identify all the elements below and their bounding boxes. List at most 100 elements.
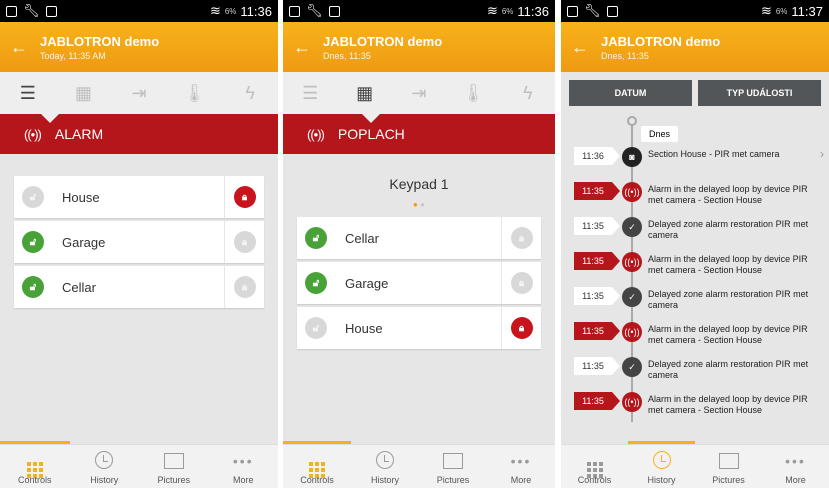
history-event[interactable]: 11:35 ✓ Delayed zone alarm restoration PIR…: [561, 287, 829, 317]
event-time: 11:35: [574, 252, 620, 270]
history-event[interactable]: 11:35 ((•)) Alarm in the delayed loop by d…: [561, 252, 829, 282]
unlock-icon[interactable]: 🔓︎: [305, 227, 327, 249]
section-toolbar: ☰ ▦ ⇥ 🌡︎ ϟ: [0, 72, 278, 114]
battery-level: 6%: [775, 6, 788, 16]
tab-more[interactable]: ••• More: [487, 445, 555, 488]
lock-icon[interactable]: 🔒︎: [510, 272, 533, 294]
pictures-icon: [443, 453, 463, 469]
status-bar: 🔧︎ ≋ 6% 11:36: [0, 0, 278, 22]
event-type-filter-button[interactable]: TYP UDÁLOSTI: [698, 80, 821, 106]
event-text: Alarm in the delayed loop by device PIR …: [648, 324, 808, 345]
history-event[interactable]: 11:35 ✓ Delayed zone alarm restoration PIR…: [561, 357, 829, 387]
app-subtitle: Dnes, 11:35: [601, 50, 649, 61]
section-row[interactable]: 🔓︎ House 🔒︎: [14, 176, 264, 218]
clock: 11:36: [240, 3, 272, 19]
tab-controls[interactable]: Controls: [561, 445, 628, 488]
alarm-banner: ((•)) ALARM: [0, 113, 278, 154]
section-label: Garage: [62, 234, 106, 250]
app-bar: ← JABLOTRON demo Dnes, 11:35: [283, 22, 555, 72]
event-time: 11:35: [574, 392, 620, 410]
lightning-icon[interactable]: ϟ: [513, 83, 543, 104]
app-title: JABLOTRON demo: [40, 33, 160, 49]
phone-screen-controls-en: 🔧︎ ≋ 6% 11:36 ← JABLOTRON demo Today, 11:3…: [0, 0, 278, 488]
tab-label: Pictures: [436, 475, 470, 485]
history-event[interactable]: 11:35 ((•)) Alarm in the delayed loop by d…: [561, 322, 829, 352]
section-row[interactable]: 🔓︎ House 🔒︎: [297, 307, 541, 349]
keypad-icon[interactable]: ▦: [350, 83, 380, 104]
check-icon: ✓: [622, 357, 642, 377]
section-row[interactable]: 🔓︎ Cellar 🔒︎: [297, 217, 541, 259]
unlock-icon[interactable]: 🔓︎: [305, 272, 327, 294]
section-toolbar: ☰ ▦ ⇥ 🌡︎ ϟ: [283, 72, 555, 114]
tab-pictures[interactable]: Pictures: [419, 445, 487, 488]
event-time: 11:35: [574, 287, 620, 305]
exit-icon[interactable]: ⇥: [124, 83, 154, 104]
section-row[interactable]: 🔓︎ Garage 🔒︎: [14, 221, 264, 263]
section-row[interactable]: 🔓︎ Cellar 🔒︎: [14, 266, 264, 308]
app-bar: ← JABLOTRON demo Today, 11:35 AM: [0, 22, 278, 72]
event-time: 11:35: [574, 357, 620, 375]
history-event[interactable]: 11:35 ((•)) Alarm in the delayed loop by d…: [561, 392, 829, 422]
wifi-icon: ≋: [760, 3, 772, 18]
lock-icon[interactable]: 🔒︎: [233, 186, 256, 208]
tab-controls[interactable]: Controls: [0, 441, 70, 488]
history-timeline: Dnes 11:36 ◙ Section House - PIR met camer…: [561, 106, 829, 422]
tab-label: Controls: [577, 475, 612, 485]
tab-label: More: [232, 475, 254, 485]
event-time: 11:35: [574, 217, 620, 235]
image-icon: [606, 5, 618, 17]
history-event[interactable]: 11:36 ◙ Section House - PIR met camera ›: [561, 147, 829, 177]
tab-history[interactable]: History: [70, 445, 140, 488]
unlock-icon[interactable]: 🔓︎: [22, 276, 44, 298]
unlock-icon[interactable]: 🔓︎: [22, 231, 44, 253]
tab-history[interactable]: History: [351, 445, 419, 488]
keypad-title: Keypad 1: [389, 176, 449, 192]
keypad-icon[interactable]: ▦: [68, 83, 98, 104]
lock-icon[interactable]: 🔒︎: [233, 276, 256, 298]
section-row[interactable]: 🔓︎ Garage 🔒︎: [297, 262, 541, 304]
screenshot-icon: [567, 5, 578, 17]
history-filters: DATUM TYP UDÁLOSTI: [561, 72, 829, 106]
tab-label: Controls: [17, 475, 52, 485]
history-event[interactable]: 11:35 ((•)) Alarm in the delayed loop by d…: [561, 182, 829, 212]
thermometer-icon[interactable]: 🌡︎: [458, 83, 488, 104]
pictures-icon: [163, 453, 184, 469]
back-arrow-icon[interactable]: ←: [571, 37, 595, 58]
clock-icon: [376, 451, 394, 469]
list-icon[interactable]: ☰: [13, 83, 43, 104]
banner-label: ALARM: [54, 126, 104, 142]
history-event[interactable]: 11:35 ✓ Delayed zone alarm restoration PIR…: [561, 217, 829, 247]
image-icon: [45, 5, 57, 17]
tab-more[interactable]: ••• More: [762, 445, 829, 488]
lock-icon[interactable]: 🔒︎: [510, 317, 533, 339]
tab-pictures[interactable]: Pictures: [695, 445, 762, 488]
tab-label: Pictures: [157, 475, 190, 485]
screenshot-icon: [289, 5, 300, 17]
lock-icon[interactable]: 🔒︎: [233, 231, 256, 253]
page-indicator: ● ●: [413, 200, 425, 209]
lock-icon[interactable]: 🔒︎: [510, 227, 533, 249]
tab-pictures[interactable]: Pictures: [139, 445, 209, 488]
back-arrow-icon[interactable]: ←: [10, 37, 34, 58]
tab-more[interactable]: ••• More: [209, 445, 279, 488]
thermometer-icon[interactable]: 🌡︎: [180, 83, 210, 104]
clock-icon: [652, 451, 671, 469]
alarm-icon: ((•)): [622, 182, 642, 202]
unlock-icon[interactable]: 🔓︎: [22, 186, 44, 208]
alarm-icon: ((•)): [307, 126, 325, 142]
unlock-icon[interactable]: 🔓︎: [305, 317, 327, 339]
list-icon[interactable]: ☰: [295, 83, 325, 104]
tab-history[interactable]: History: [628, 441, 695, 488]
exit-icon[interactable]: ⇥: [404, 83, 434, 104]
event-text: Alarm in the delayed loop by device PIR …: [648, 394, 808, 415]
tab-controls[interactable]: Controls: [283, 441, 351, 488]
phone-screen-keypad-cz: 🔧︎ ≋ 6% 11:36 ← JABLOTRON demo Dnes, 11:35…: [283, 0, 555, 488]
event-text: Delayed zone alarm restoration PIR met c…: [648, 359, 809, 380]
wifi-icon: ≋: [486, 3, 498, 18]
lightning-icon[interactable]: ϟ: [235, 83, 265, 104]
date-filter-button[interactable]: DATUM: [569, 80, 692, 106]
bottom-tabbar: Controls History Pictures ••• More: [561, 441, 829, 488]
chevron-right-icon[interactable]: ›: [820, 147, 824, 161]
wrench-icon: 🔧︎: [584, 3, 601, 18]
back-arrow-icon[interactable]: ←: [293, 37, 317, 58]
